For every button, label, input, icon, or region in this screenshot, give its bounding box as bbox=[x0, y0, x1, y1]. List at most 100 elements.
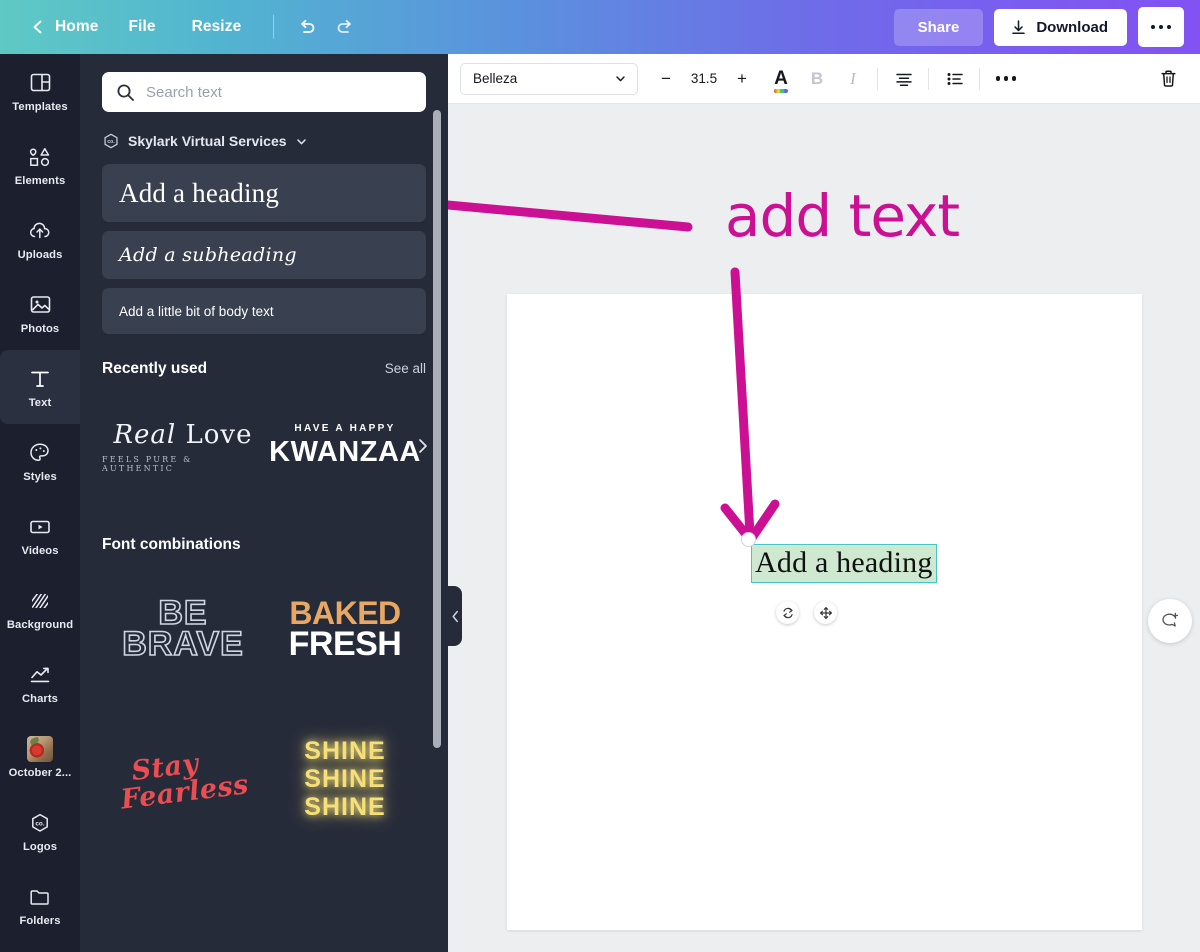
see-all-link[interactable]: See all bbox=[385, 361, 426, 376]
selection-handle[interactable] bbox=[741, 532, 756, 547]
left-rail: Templates Elements Uploads bbox=[0, 54, 80, 952]
font-combinations-row-2: Stay Fearless SHINE SHINE SHINE bbox=[80, 704, 448, 854]
font-combinations-row-1: BE BRAVE BAKED FRESH bbox=[80, 554, 448, 704]
sidebar-item-folders[interactable]: Folders bbox=[0, 868, 80, 942]
delete-button[interactable] bbox=[1150, 61, 1186, 97]
add-heading-button[interactable]: Add a heading bbox=[102, 164, 426, 222]
align-button[interactable] bbox=[887, 62, 921, 96]
sidebar-label: October 2... bbox=[9, 767, 72, 779]
panel-collapse-handle[interactable] bbox=[448, 586, 462, 646]
font-family-value: Belleza bbox=[473, 71, 517, 86]
font-size-decrease[interactable]: − bbox=[652, 63, 680, 95]
move-icon bbox=[819, 606, 833, 620]
text-template-baked-fresh[interactable]: BAKED FRESH bbox=[264, 598, 426, 661]
chevron-left-icon bbox=[451, 610, 460, 623]
brand-selector[interactable]: co. Skylark Virtual Services bbox=[80, 112, 448, 150]
add-subheading-button[interactable]: Add a subheading bbox=[102, 231, 426, 279]
search-wrapper bbox=[80, 54, 448, 112]
undo-button[interactable] bbox=[288, 8, 326, 46]
chevron-right-icon[interactable] bbox=[414, 437, 432, 455]
sidebar-item-charts[interactable]: Charts bbox=[0, 646, 80, 720]
text-template-kwanzaa[interactable]: HAVE A HAPPY KWANZAA bbox=[264, 423, 426, 469]
templates-icon bbox=[27, 70, 53, 96]
top-toolbar-right: Share Download bbox=[894, 7, 1200, 47]
text-color-button[interactable]: A bbox=[764, 62, 798, 96]
rotate-icon bbox=[781, 606, 795, 620]
uploads-icon bbox=[27, 218, 53, 244]
canva-editor-window: Home File Resize Share bbox=[0, 0, 1200, 952]
font-size-increase[interactable]: + bbox=[728, 63, 756, 95]
recently-used-row: Real Love FEELS PURE & AUTHENTIC HAVE A … bbox=[80, 382, 448, 510]
font-size-value[interactable]: 31.5 bbox=[680, 71, 728, 86]
ellipsis-icon bbox=[1151, 25, 1156, 30]
text-template-shine[interactable]: SHINE SHINE SHINE bbox=[264, 737, 426, 821]
videos-icon bbox=[27, 514, 53, 540]
sidebar-item-background[interactable]: Background bbox=[0, 572, 80, 646]
bullet-list-icon bbox=[945, 69, 965, 89]
chevron-down-icon bbox=[614, 72, 627, 85]
selection-tools bbox=[776, 601, 837, 624]
add-comment-button[interactable] bbox=[1148, 599, 1192, 643]
styles-icon bbox=[27, 440, 53, 466]
trash-icon bbox=[1158, 68, 1179, 89]
be-brave-text: BE BRAVE bbox=[122, 598, 244, 661]
list-button[interactable] bbox=[938, 62, 972, 96]
search-box[interactable] bbox=[102, 72, 426, 112]
chevron-down-icon bbox=[295, 135, 308, 148]
ellipsis-icon bbox=[996, 76, 1017, 81]
resize-button[interactable]: Resize bbox=[174, 11, 260, 43]
sidebar-item-templates[interactable]: Templates bbox=[0, 54, 80, 128]
sidebar-item-videos[interactable]: Videos bbox=[0, 498, 80, 572]
sidebar-label: Charts bbox=[22, 693, 58, 705]
file-menu[interactable]: File bbox=[110, 11, 173, 43]
sidebar-item-text[interactable]: Text bbox=[0, 350, 80, 424]
canvas-area[interactable]: add text Add a heading bbox=[448, 104, 1200, 952]
arrow-left-annotation bbox=[448, 172, 688, 227]
background-icon bbox=[27, 588, 53, 614]
sidebar-label: Photos bbox=[21, 323, 60, 335]
sidebar-item-photos[interactable]: Photos bbox=[0, 276, 80, 350]
sidebar-item-october-folder[interactable]: October 2... bbox=[0, 720, 80, 794]
add-body-text-button[interactable]: Add a little bit of body text bbox=[102, 288, 426, 334]
share-button[interactable]: Share bbox=[894, 9, 984, 46]
brand-logo-icon: co. bbox=[102, 132, 120, 150]
font-family-select[interactable]: Belleza bbox=[460, 63, 638, 95]
charts-icon bbox=[27, 662, 53, 688]
photos-icon bbox=[27, 292, 53, 318]
selected-text-value[interactable]: Add a heading bbox=[751, 544, 937, 583]
brand-name: Skylark Virtual Services bbox=[128, 133, 287, 149]
recently-used-header: Recently used See all bbox=[80, 334, 448, 378]
text-icon bbox=[27, 366, 53, 392]
text-format-toolbar: Belleza − 31.5 + A B I bbox=[448, 54, 1200, 104]
text-template-real-love[interactable]: Real Love FEELS PURE & AUTHENTIC bbox=[102, 420, 264, 473]
text-template-be-brave[interactable]: BE BRAVE bbox=[102, 598, 264, 661]
redo-button[interactable] bbox=[326, 8, 364, 46]
toolbar-divider bbox=[979, 68, 980, 90]
home-button[interactable]: Home bbox=[18, 11, 110, 43]
move-button[interactable] bbox=[814, 601, 837, 624]
sidebar-item-logos[interactable]: co. Logos bbox=[0, 794, 80, 868]
text-template-stay-fearless[interactable]: Stay Fearless bbox=[102, 752, 264, 806]
sidebar-item-styles[interactable]: Styles bbox=[0, 424, 80, 498]
sidebar-item-uploads[interactable]: Uploads bbox=[0, 202, 80, 276]
sidebar-label: Uploads bbox=[18, 249, 63, 261]
bold-button[interactable]: B bbox=[800, 62, 834, 96]
search-icon bbox=[116, 83, 135, 102]
italic-button[interactable]: I bbox=[836, 62, 870, 96]
section-title: Recently used bbox=[102, 360, 207, 378]
sidebar-item-elements[interactable]: Elements bbox=[0, 128, 80, 202]
search-input[interactable] bbox=[146, 84, 412, 101]
sidebar-label: Logos bbox=[23, 841, 57, 853]
top-more-button[interactable] bbox=[1138, 7, 1184, 47]
home-label: Home bbox=[55, 18, 98, 36]
panel-scrollbar[interactable] bbox=[433, 110, 441, 748]
download-button[interactable]: Download bbox=[994, 9, 1127, 46]
font-combinations-header: Font combinations bbox=[80, 510, 448, 554]
rotate-button[interactable] bbox=[776, 601, 799, 624]
sidebar-label: Styles bbox=[23, 471, 57, 483]
annotation-add-text-label: add text bbox=[725, 182, 959, 250]
more-options-button[interactable] bbox=[989, 62, 1023, 96]
undo-icon bbox=[296, 16, 318, 38]
toolbar-divider bbox=[877, 68, 878, 90]
selected-text-element[interactable]: Add a heading bbox=[751, 544, 937, 583]
